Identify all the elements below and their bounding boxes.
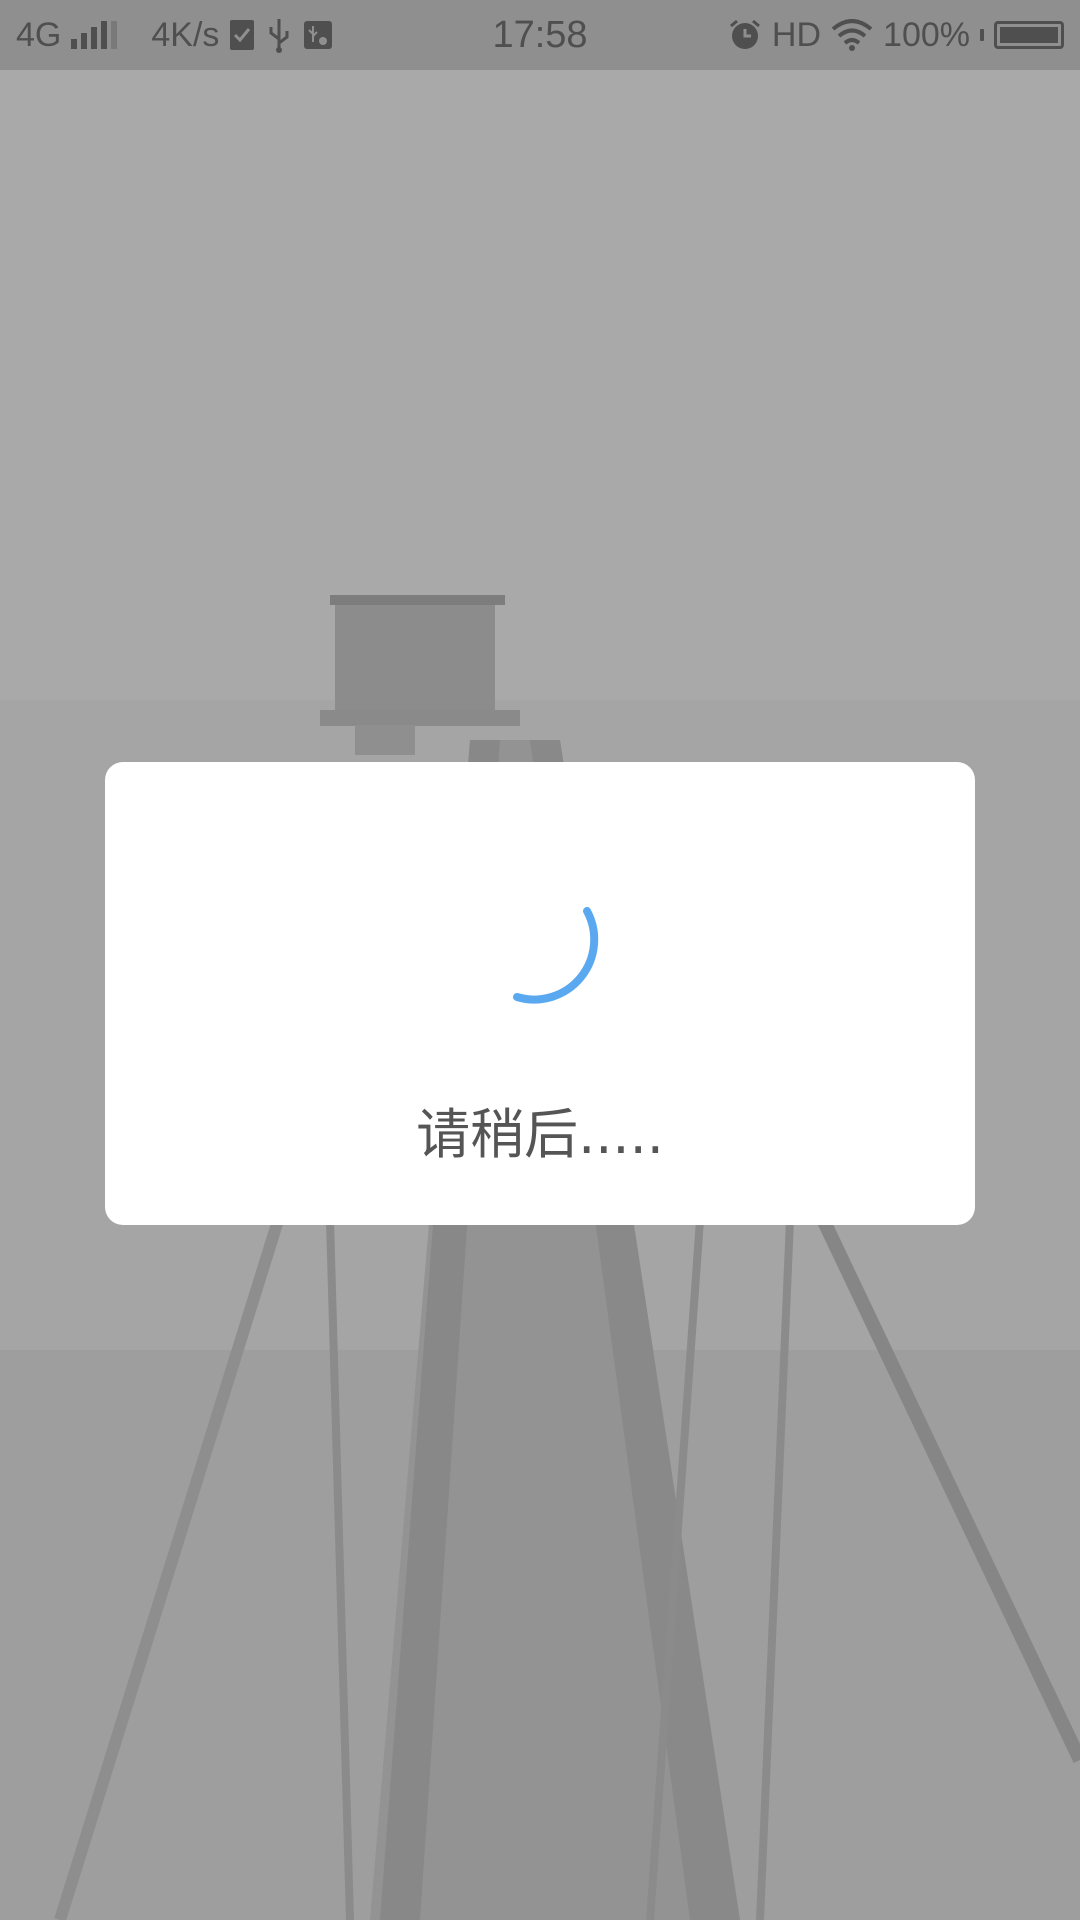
signal-icon <box>71 21 118 49</box>
app-screen: 4G 4K/s 17:58 HD 100% 请稍后..... <box>0 0 1080 1920</box>
wifi-icon <box>831 19 873 51</box>
usb-icon <box>265 17 293 53</box>
alarm-icon <box>728 18 762 52</box>
battery-tip <box>980 29 984 41</box>
status-bar-left: 4G 4K/s <box>16 16 333 55</box>
usb-settings-icon <box>303 20 333 50</box>
battery-percent: 100% <box>883 15 970 54</box>
loading-spinner-icon <box>513 907 599 1004</box>
hd-label: HD <box>771 15 822 54</box>
status-bar-right: HD 100% <box>728 16 1064 55</box>
clock: 17:58 <box>492 13 588 56</box>
loading-message: 请稍后..... <box>416 1103 664 1166</box>
status-bar: 4G 4K/s 17:58 HD 100% <box>0 0 1080 70</box>
network-type: 4G <box>16 15 62 54</box>
network-speed: 4K/s <box>151 15 220 54</box>
sim-check-icon <box>229 19 255 51</box>
battery-icon <box>994 21 1064 49</box>
